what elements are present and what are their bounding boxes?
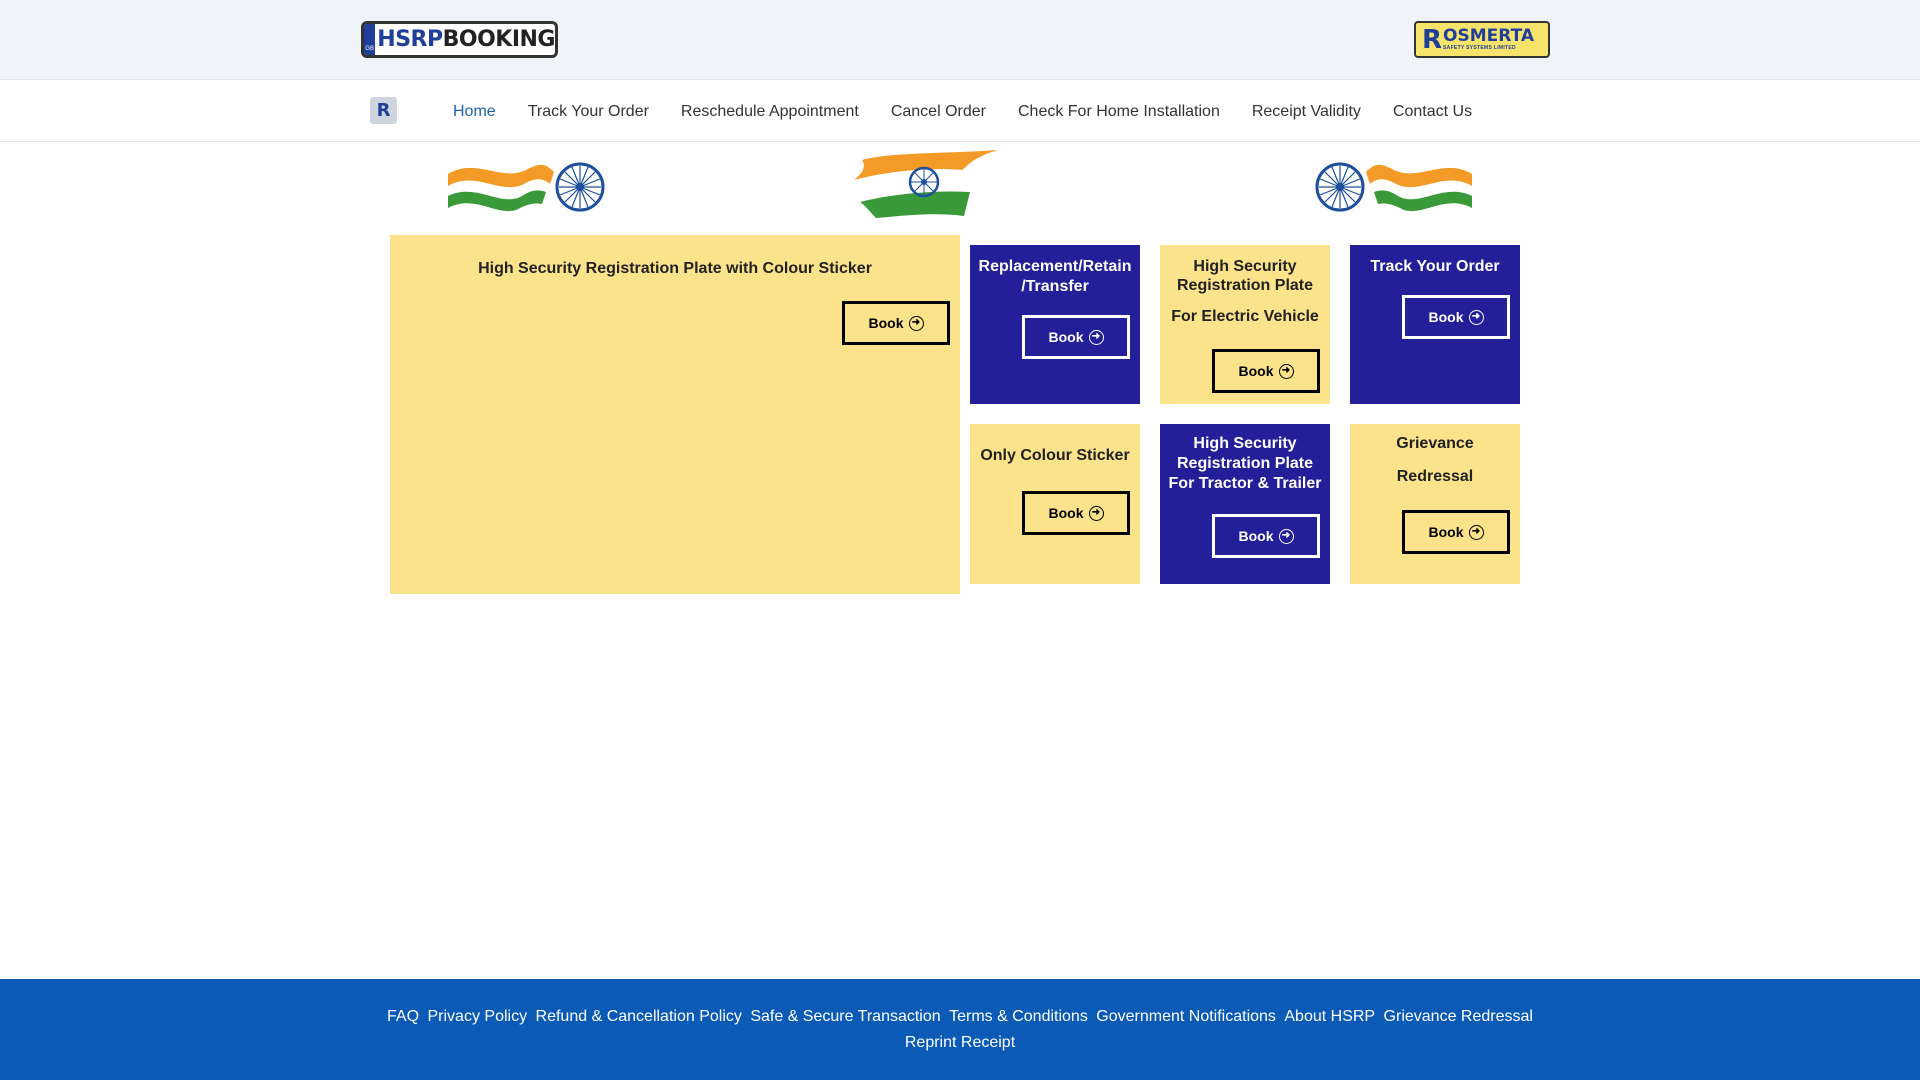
card-tractor-trailer: High Security Registration Plate For Tra… — [1160, 424, 1330, 584]
rosmerta-name: OSMERTA — [1443, 26, 1535, 46]
card-electric-vehicle: High Security Registration Plate For Ele… — [1160, 245, 1330, 404]
card-title: High Security Registration Plate For Tra… — [1168, 435, 1322, 492]
nav-links: Home Track Your Order Reschedule Appoint… — [453, 81, 1504, 142]
card-title: High Security Registration Plate — [1176, 258, 1314, 294]
card-colour-sticker: Only Colour Sticker Book ➜ — [970, 424, 1140, 584]
footer-link-faq[interactable]: FAQ — [387, 1008, 419, 1025]
nav-item-check-home-installation[interactable]: Check For Home Installation — [1018, 103, 1220, 121]
card-subtitle: For Electric Vehicle — [1171, 308, 1319, 325]
circle-arrow-right-icon: ➜ — [908, 315, 924, 331]
card-replacement: Replacement/Retain /Transfer Book ➜ — [970, 245, 1140, 404]
card-title: Grievance — [1396, 435, 1474, 452]
book-button-track-order[interactable]: Book ➜ — [1402, 295, 1510, 339]
book-label: Book — [1238, 363, 1274, 379]
book-label: Book — [868, 315, 904, 331]
footer-link-grievance-redressal[interactable]: Grievance Redressal — [1384, 1008, 1533, 1025]
nav-item-receipt-validity[interactable]: Receipt Validity — [1252, 103, 1361, 121]
circle-arrow-right-icon: ➜ — [1088, 329, 1104, 345]
card-subtitle: Redressal — [1396, 468, 1474, 485]
footer-links: FAQ Privacy Policy Refund & Cancellation… — [360, 1004, 1560, 1056]
book-label: Book — [1238, 528, 1274, 544]
flag-image-center — [852, 150, 1000, 218]
circle-arrow-right-icon: ➜ — [1278, 363, 1294, 379]
book-button-replacement[interactable]: Book ➜ — [1022, 315, 1130, 359]
nav-item-contact-us[interactable]: Contact Us — [1393, 103, 1472, 121]
book-label: Book — [1428, 524, 1464, 540]
card-title: Replacement/Retain /Transfer — [978, 258, 1132, 295]
footer-link-about-hsrp[interactable]: About HSRP — [1284, 1008, 1375, 1025]
logo-strip: GB — [364, 24, 376, 55]
nav-item-cancel-order[interactable]: Cancel Order — [891, 103, 986, 121]
card-title: Track Your Order — [1370, 258, 1500, 275]
footer-link-safe-transaction[interactable]: Safe & Secure Transaction — [750, 1008, 940, 1025]
logo-text-booking: BOOKING — [442, 27, 555, 52]
rosmerta-tagline: SAFETY SYSTEMS LIMITED — [1443, 45, 1516, 51]
footer: FAQ Privacy Policy Refund & Cancellation… — [0, 979, 1920, 1080]
top-brand-bar: GB HSRP BOOKING R OSMERTA SAFETY SYSTEMS… — [0, 0, 1920, 80]
card-title: High Security Registration Plate with Co… — [478, 260, 872, 277]
nav-item-reschedule-appointment[interactable]: Reschedule Appointment — [681, 103, 859, 121]
card-track-order: Track Your Order Book ➜ — [1350, 245, 1520, 404]
flag-image-right — [1314, 152, 1474, 214]
book-button-grievance-redressal[interactable]: Book ➜ — [1402, 510, 1510, 554]
nav-item-track-your-order[interactable]: Track Your Order — [528, 103, 649, 121]
nav-brand-letter: R — [376, 100, 391, 121]
circle-arrow-right-icon: ➜ — [1468, 524, 1484, 540]
card-hsrp-colour-sticker: High Security Registration Plate with Co… — [390, 235, 960, 594]
book-button-tractor-trailer[interactable]: Book ➜ — [1212, 514, 1320, 558]
book-label: Book — [1428, 309, 1464, 325]
rosmerta-letter: R — [1422, 24, 1443, 55]
main-navbar: R Home Track Your Order Reschedule Appoi… — [0, 81, 1920, 142]
book-button-colour-sticker[interactable]: Book ➜ — [1022, 491, 1130, 535]
circle-arrow-right-icon: ➜ — [1278, 528, 1294, 544]
circle-arrow-right-icon: ➜ — [1468, 309, 1484, 325]
card-title: Only Colour Sticker — [980, 447, 1130, 464]
circle-arrow-right-icon: ➜ — [1088, 505, 1104, 521]
book-button-electric-vehicle[interactable]: Book ➜ — [1212, 349, 1320, 393]
footer-link-terms[interactable]: Terms & Conditions — [949, 1008, 1088, 1025]
footer-link-government-notifications[interactable]: Government Notifications — [1096, 1008, 1276, 1025]
rosmerta-logo[interactable]: R OSMERTA SAFETY SYSTEMS LIMITED — [1414, 21, 1550, 58]
flag-image-left — [446, 152, 606, 214]
footer-link-reprint-receipt[interactable]: Reprint Receipt — [905, 1034, 1015, 1051]
footer-link-refund-cancellation[interactable]: Refund & Cancellation Policy — [536, 1008, 742, 1025]
book-label: Book — [1048, 329, 1084, 345]
book-button-hsrp-colour-sticker[interactable]: Book ➜ — [842, 301, 950, 345]
nav-brand-icon[interactable]: R — [370, 97, 397, 124]
logo-text-hsrp: HSRP — [377, 27, 443, 52]
hsrp-booking-logo[interactable]: GB HSRP BOOKING — [361, 21, 558, 58]
book-label: Book — [1048, 505, 1084, 521]
nav-item-home[interactable]: Home — [453, 103, 496, 121]
card-grievance-redressal: Grievance Redressal Book ➜ — [1350, 424, 1520, 584]
footer-link-privacy-policy[interactable]: Privacy Policy — [428, 1008, 528, 1025]
